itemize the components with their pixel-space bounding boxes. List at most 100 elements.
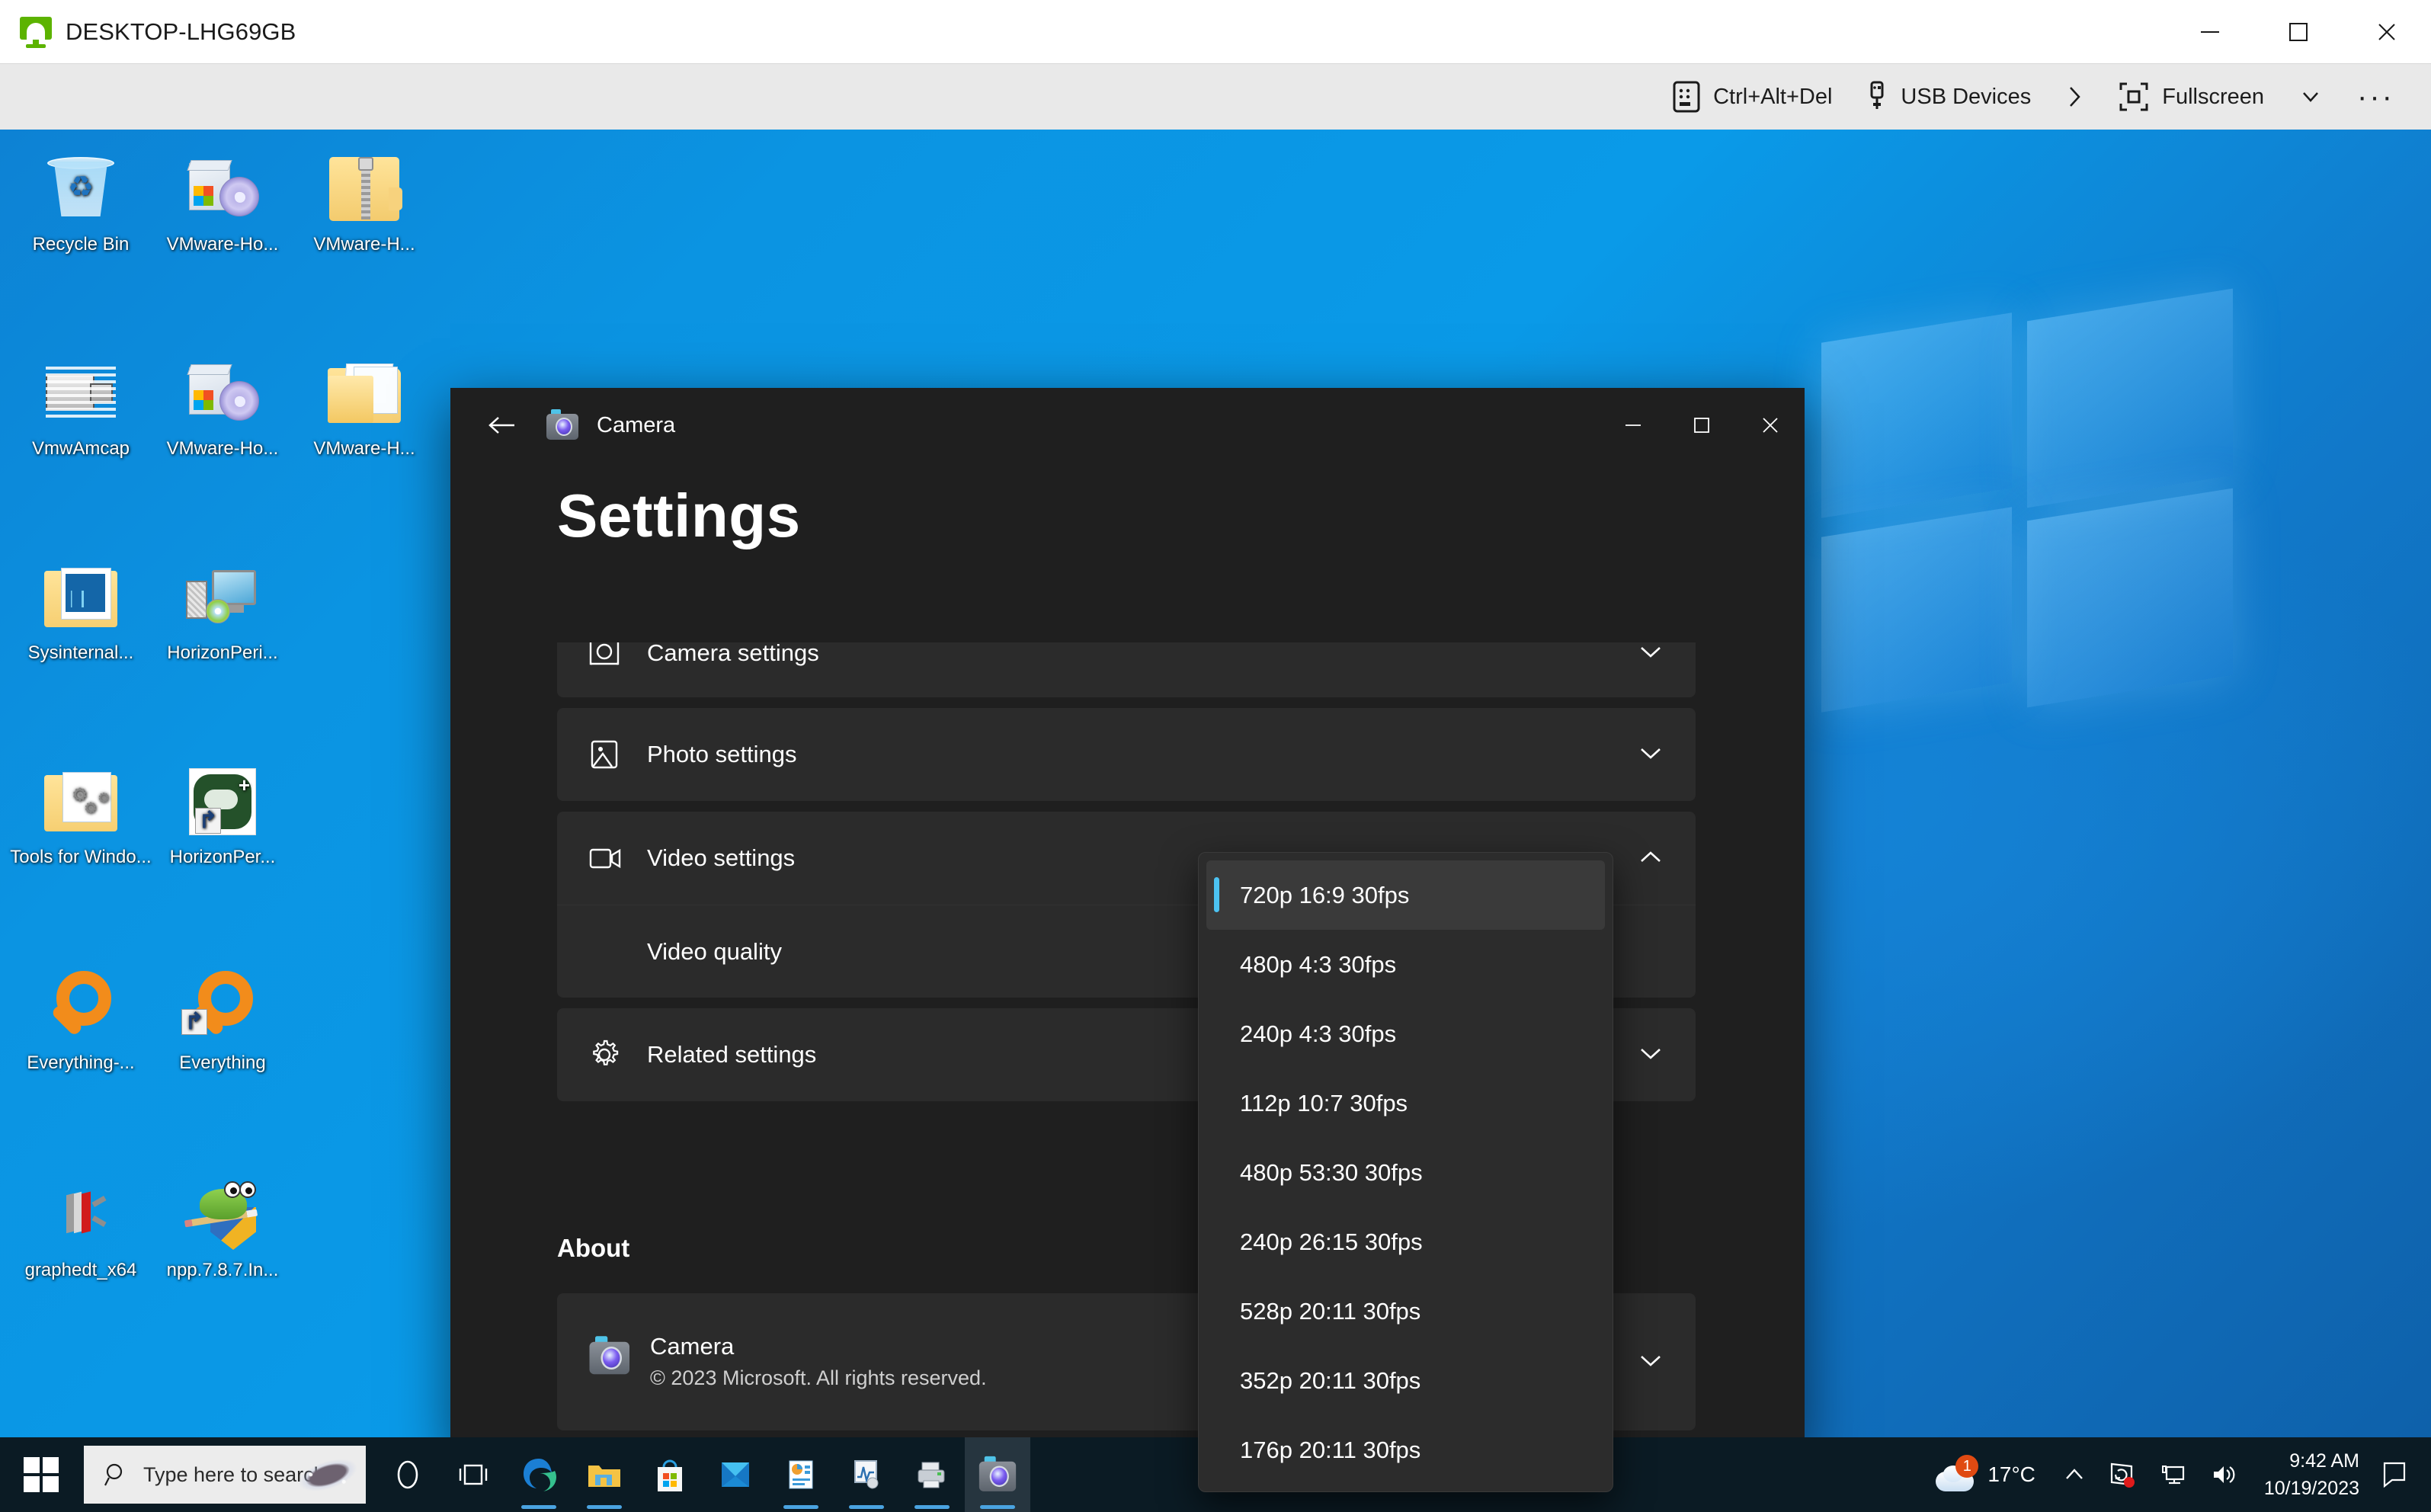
taskbar-cortana-icon[interactable] <box>375 1437 440 1512</box>
dropdown-option-label: 480p 53:30 30fps <box>1240 1158 1423 1186</box>
video-quality-label: Video quality <box>647 937 782 965</box>
toolbar-more-button[interactable]: ··· <box>2340 64 2411 130</box>
weather-temperature: 17°C <box>1987 1462 2035 1486</box>
desktop-icon-label: npp.7.8.7.In... <box>166 1260 279 1280</box>
taskbar-office-icon[interactable] <box>768 1437 834 1512</box>
toolbar-dropdown-button[interactable] <box>2281 64 2340 130</box>
desktop-icon-vmware-h-zip[interactable]: VMware-H... <box>290 145 439 255</box>
fullscreen-icon <box>2118 81 2150 113</box>
desktop-icon-horizonper[interactable]: + HorizonPer... <box>148 758 297 868</box>
fullscreen-label: Fullscreen <box>2162 84 2265 109</box>
usb-devices-button[interactable]: USB Devices <box>1849 64 2048 130</box>
about-copyright: © 2023 Microsoft. All rights reserved. <box>650 1366 987 1389</box>
windows-start-icon[interactable] <box>0 1437 82 1512</box>
vm-minimize-button[interactable] <box>2166 0 2254 64</box>
taskbar-microsoft-store-icon[interactable] <box>637 1437 703 1512</box>
usb-devices-label: USB Devices <box>1901 84 2032 109</box>
toolbar-expand-button[interactable] <box>2048 64 2101 130</box>
guest-desktop[interactable]: ♻ Recycle Bin VMware-Ho... VMware-H... V… <box>0 130 2431 1512</box>
vmware-tray-icon[interactable] <box>2096 1437 2148 1512</box>
desktop-icon-everything-installer[interactable]: Everything-... <box>6 963 155 1074</box>
dropdown-option[interactable]: 240p 26:15 30fps <box>1206 1207 1605 1277</box>
desktop-icon-graphedt[interactable]: graphedt_x64 <box>6 1171 155 1281</box>
dropdown-option-label: 112p 10:7 30fps <box>1240 1089 1408 1116</box>
dropdown-option[interactable]: 112p 10:7 30fps <box>1206 1068 1605 1138</box>
camcorder-icon <box>6 349 155 437</box>
camera-maximize-button[interactable] <box>1667 388 1736 463</box>
desktop-icon-notepadpp-installer[interactable]: npp.7.8.7.In... <box>148 1171 297 1281</box>
vm-window-controls <box>2166 0 2431 64</box>
desktop-icon-recycle-bin[interactable]: ♻ Recycle Bin <box>6 145 155 255</box>
about-heading: About <box>557 1234 630 1262</box>
desktop-icon-label: Recycle Bin <box>32 234 130 255</box>
disc-installer-icon <box>148 349 297 437</box>
camera-app-icon <box>545 408 580 443</box>
network-icon[interactable] <box>2148 1437 2199 1512</box>
search-input[interactable]: Type here to search <box>84 1446 366 1504</box>
monitor-green-icon <box>20 16 52 48</box>
vm-close-button[interactable] <box>2343 0 2431 64</box>
more-ellipsis-icon: ··· <box>2357 80 2394 114</box>
dropdown-option[interactable]: 352p 20:11 30fps <box>1206 1346 1605 1415</box>
wallpaper-windows-logo <box>1821 288 2248 732</box>
dropdown-option-label: 352p 20:11 30fps <box>1240 1366 1421 1394</box>
magnifier-icon <box>6 963 155 1052</box>
dropdown-option[interactable]: 720p 16:9 30fps <box>1206 860 1605 930</box>
desktop-icon-everything[interactable]: Everything <box>148 963 297 1074</box>
vm-maximize-button[interactable] <box>2254 0 2343 64</box>
taskbar-performance-monitor-icon[interactable] <box>834 1437 899 1512</box>
chevron-down-icon[interactable] <box>1636 1044 1665 1066</box>
desktop-icon-label: Everything-... <box>27 1052 135 1073</box>
camera-app-title: Camera <box>597 412 676 437</box>
chevron-up-icon[interactable] <box>1636 847 1665 870</box>
taskbar-printer-icon[interactable] <box>899 1437 965 1512</box>
show-hidden-icons-button[interactable] <box>2052 1437 2096 1512</box>
weather-badge: 1 <box>1955 1455 1979 1478</box>
shortcut-overlay-icon <box>181 1009 207 1035</box>
ctrl-alt-del-button[interactable]: Ctrl+Alt+Del <box>1655 64 1849 130</box>
taskbar-edge-icon[interactable] <box>506 1437 572 1512</box>
vm-console-title-group: DESKTOP-LHG69GB <box>0 16 296 48</box>
taskbar-file-explorer-icon[interactable] <box>572 1437 637 1512</box>
settings-card-camera[interactable]: Camera settings <box>557 642 1696 697</box>
dropdown-option[interactable]: 480p 4:3 30fps <box>1206 930 1605 999</box>
system-tray: 1 17°C 9:42 AM 10/19/2023 <box>1919 1437 2431 1512</box>
search-icon <box>104 1462 130 1488</box>
desktop-icon-vmware-ho-2[interactable]: VMware-Ho... <box>148 349 297 460</box>
desktop-icon-sysinternals[interactable]: Sysinternal... <box>6 553 155 664</box>
settings-card-photo[interactable]: Photo settings <box>557 708 1696 801</box>
desktop-icon-label: VMware-Ho... <box>166 438 279 459</box>
desktop-icon-vmwamcap[interactable]: VmwAmcap <box>6 349 155 460</box>
clock[interactable]: 9:42 AM 10/19/2023 <box>2250 1437 2373 1512</box>
chevron-down-icon[interactable] <box>1636 744 1665 766</box>
tray-weather[interactable]: 1 17°C <box>1919 1437 2052 1512</box>
taskbar-mail-icon[interactable] <box>703 1437 768 1512</box>
camera-minimize-button[interactable] <box>1599 388 1667 463</box>
chevron-down-icon[interactable] <box>1636 1351 1665 1373</box>
dropdown-option[interactable]: 240p 4:3 30fps <box>1206 999 1605 1068</box>
chevron-down-icon[interactable] <box>1636 642 1665 665</box>
fullscreen-button[interactable]: Fullscreen <box>2101 64 2281 130</box>
vm-console-titlebar: DESKTOP-LHG69GB <box>0 0 2431 64</box>
video-quality-dropdown[interactable]: 720p 16:9 30fps 480p 4:3 30fps 240p 4:3 … <box>1198 852 1613 1492</box>
dropdown-option[interactable]: 480p 53:30 30fps <box>1206 1138 1605 1207</box>
desktop-icon-tools-for-windows[interactable]: ⚙ ⚙ ⚙ Tools for Windo... <box>6 758 155 868</box>
camera-close-button[interactable] <box>1736 388 1805 463</box>
back-arrow-icon[interactable] <box>473 402 533 449</box>
desktop-icon-vmware-h-folder[interactable]: VMware-H... <box>290 349 439 460</box>
about-app-name: Camera <box>650 1333 735 1360</box>
about-texts: Camera © 2023 Microsoft. All rights rese… <box>650 1331 987 1393</box>
zip-folder-icon <box>290 145 439 233</box>
action-center-icon[interactable] <box>2373 1437 2425 1512</box>
settings-card-label: Video settings <box>647 844 796 871</box>
desktop-icon-horizonperi[interactable]: HorizonPeri... <box>148 553 297 664</box>
camera-window-controls <box>1599 388 1805 463</box>
desktop-icon-vmware-ho-1[interactable]: VMware-Ho... <box>148 145 297 255</box>
taskbar-task-view-icon[interactable] <box>440 1437 506 1512</box>
dropdown-option[interactable]: 176p 20:11 30fps <box>1206 1415 1605 1485</box>
camera-outline-icon <box>588 642 638 668</box>
taskbar-camera-icon[interactable] <box>965 1437 1030 1512</box>
volume-icon[interactable] <box>2199 1437 2250 1512</box>
dropdown-option[interactable]: 528p 20:11 30fps <box>1206 1277 1605 1346</box>
settings-card-label: Photo settings <box>647 741 797 767</box>
